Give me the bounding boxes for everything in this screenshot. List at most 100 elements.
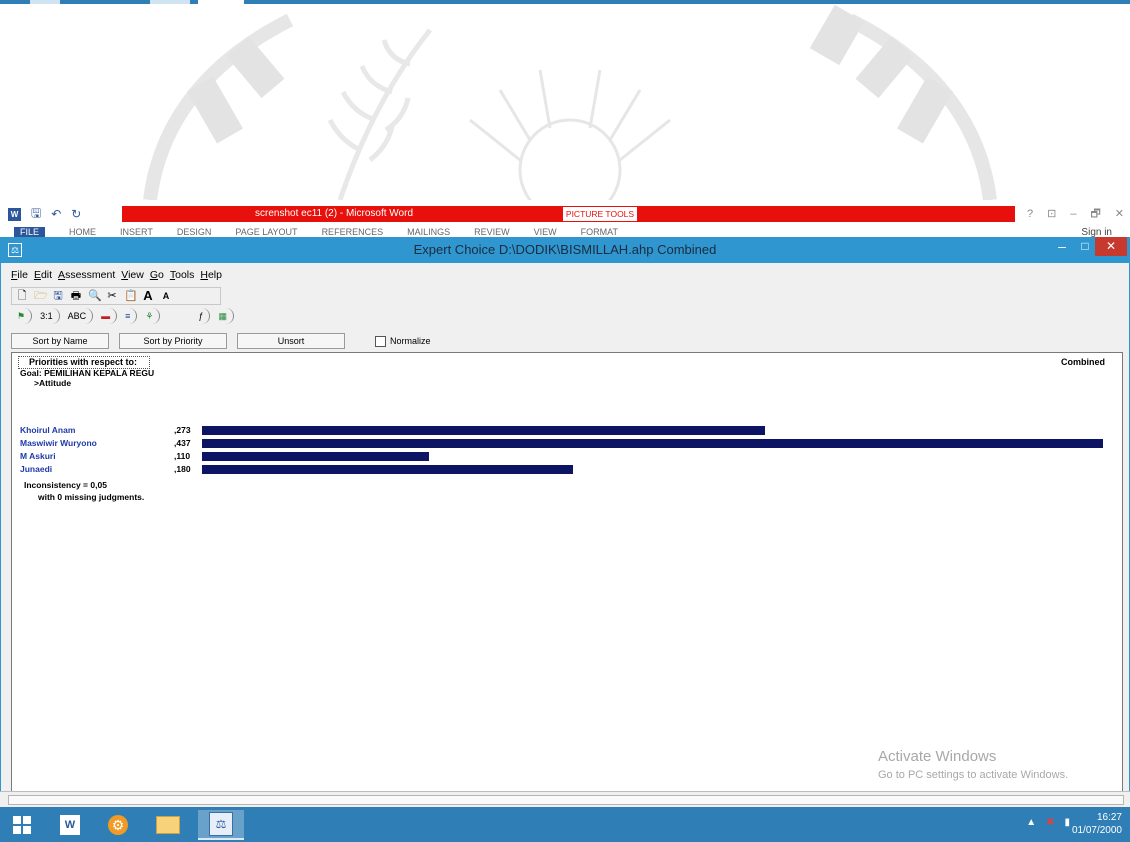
normalize-label: Normalize (390, 336, 431, 346)
expert-choice-icon: ⚖ (209, 812, 233, 836)
alternative-name: Maswiwir Wuryono (20, 438, 97, 448)
menu-assessment[interactable]: Assessment (58, 269, 115, 281)
priority-bar (202, 452, 429, 461)
picture-tools-label: PICTURE TOOLS (562, 206, 638, 222)
restore-icon[interactable]: 🗗 (1090, 206, 1100, 222)
questionnaire-icon[interactable]: ≡ (119, 308, 138, 324)
taskbar-expert-choice-button[interactable]: ⚖ (198, 810, 244, 840)
print-icon[interactable]: 🖶 (70, 290, 82, 302)
combined-label: Combined (1061, 357, 1105, 367)
system-tray: ▲ ✖ ▮ (1026, 817, 1070, 828)
top-taskbar-strip (0, 0, 1130, 4)
tab-view[interactable]: VIEW (534, 227, 557, 237)
tab-insert[interactable]: INSERT (120, 227, 153, 237)
alternative-name: M Askuri (20, 451, 56, 461)
watermark-graphic (143, 4, 997, 222)
decrease-font-icon[interactable]: A (160, 290, 172, 302)
word-window-controls: ? ⊡ – 🗗 ✕ (1027, 206, 1124, 222)
maximize-icon[interactable]: □ (1075, 237, 1095, 257)
sort-by-name-button[interactable]: Sort by Name (11, 333, 109, 349)
word-document-title: screnshot ec11 (2) - Microsoft Word (255, 208, 414, 219)
new-file-icon[interactable]: 🗋 (16, 290, 28, 302)
pairwise-numerical-tab[interactable]: 3:1 (34, 308, 60, 324)
tab-design[interactable]: DESIGN (177, 227, 212, 237)
cut-icon[interactable]: ✂ (106, 290, 118, 302)
clock-date: 01/07/2000 (1071, 825, 1122, 836)
minimize-icon[interactable]: – (1052, 237, 1072, 257)
verbal-comparison-tab[interactable]: ABC (62, 308, 94, 324)
tray-chevron-up-icon[interactable]: ▲ (1026, 817, 1036, 828)
menu-edit[interactable]: Edit (34, 269, 52, 281)
menu-help[interactable]: Help (200, 269, 222, 281)
priority-bar (202, 426, 765, 435)
paste-icon[interactable]: 📋 (124, 290, 138, 302)
priorities-panel: Priorities with respect to: Combined Goa… (11, 352, 1123, 796)
alternative-value: ,110 (174, 451, 191, 461)
taskbar-app-button[interactable]: ⚙ (98, 810, 138, 840)
alternative-row: Khoirul Anam ,273 (12, 424, 1124, 437)
unsort-button[interactable]: Unsort (237, 333, 345, 349)
strip-segment (150, 0, 190, 4)
open-folder-icon[interactable]: 🗁 (34, 290, 48, 302)
grid-icon[interactable]: ▦ (212, 308, 234, 324)
close-icon[interactable]: ✕ (1095, 237, 1127, 256)
alternatives-list: Khoirul Anam ,273 Maswiwir Wuryono ,437 … (12, 424, 1124, 476)
taskbar-word-button[interactable]: W (50, 810, 90, 840)
synthesis-icon[interactable]: ⚘ (139, 308, 161, 324)
sort-by-priority-button[interactable]: Sort by Priority (119, 333, 227, 349)
gear-icon: ⚙ (108, 815, 128, 835)
sort-button-row: Sort by Name Sort by Priority Unsort Nor… (11, 332, 1121, 350)
word-app-icon[interactable]: W (8, 207, 21, 221)
view-toolbar: ⚑ 3:1 ABC ▬ ≡ ⚘ ƒ ▦ (11, 307, 321, 325)
tab-file[interactable]: FILE (14, 227, 46, 237)
alternative-name: Khoirul Anam (20, 425, 76, 435)
checkbox-box[interactable] (375, 335, 386, 347)
tab-references[interactable]: REFERENCES (322, 227, 384, 237)
word-icon: W (60, 815, 80, 835)
windows-logo-icon (13, 816, 31, 834)
tab-review[interactable]: REVIEW (474, 227, 510, 237)
signal-icon[interactable]: ▮ (1064, 817, 1070, 828)
increase-font-icon[interactable]: A (142, 289, 154, 302)
graphical-comparison-icon[interactable]: ▬ (95, 308, 118, 324)
inconsistency-block: Inconsistency = 0,05 with 0 missing judg… (24, 479, 144, 503)
save-icon[interactable]: 🖫 (52, 290, 64, 302)
tab-page-layout[interactable]: PAGE LAYOUT (235, 227, 297, 237)
ribbon-display-icon[interactable]: ⊡ (1047, 206, 1056, 222)
taskbar-explorer-button[interactable] (148, 810, 188, 840)
save-icon[interactable]: 🖫 (31, 204, 41, 225)
tab-home[interactable]: HOME (69, 227, 96, 237)
tab-mailings[interactable]: MAILINGS (407, 227, 450, 237)
menu-view[interactable]: View (121, 269, 144, 281)
redo-icon[interactable]: ↻ (71, 207, 81, 221)
menu-file[interactable]: File (11, 269, 28, 281)
window-caption: Expert Choice D:\DODIK\BISMILLAH.ahp Com… (413, 242, 717, 257)
menu-go[interactable]: Go (150, 269, 164, 281)
close-icon[interactable]: ✕ (1115, 206, 1124, 222)
strip-segment (198, 0, 244, 4)
alternative-row: Maswiwir Wuryono ,437 (12, 437, 1124, 450)
priority-bar (202, 439, 1103, 448)
activate-subtitle: Go to PC settings to activate Windows. (878, 769, 1069, 781)
node-label: >Attitude (34, 378, 72, 388)
network-warning-icon[interactable]: ✖ (1046, 817, 1054, 828)
priority-bar (202, 465, 573, 474)
word-title-bar: W 🖫 ↶ ↻ screnshot ec11 (2) - Microsoft W… (0, 203, 1130, 225)
undo-icon[interactable]: ↶ (51, 207, 61, 221)
print-preview-icon[interactable]: 🔍 (88, 290, 102, 302)
alternative-value: ,437 (174, 438, 191, 448)
minimize-icon[interactable]: – (1070, 206, 1076, 222)
normalize-checkbox[interactable]: Normalize (375, 335, 431, 347)
standard-toolbar: 🗋 🗁 🖫 🖶 🔍 ✂ 📋 A A (11, 287, 221, 305)
tree-view-icon[interactable]: ⚑ (11, 308, 33, 324)
alternative-row: M Askuri ,110 (12, 450, 1124, 463)
sign-in-link[interactable]: Sign in (1081, 227, 1112, 237)
start-button[interactable] (2, 810, 42, 840)
menu-tools[interactable]: Tools (170, 269, 195, 281)
help-icon[interactable]: ? (1027, 206, 1033, 222)
tab-format[interactable]: FORMAT (581, 227, 618, 237)
missing-judgments: with 0 missing judgments. (38, 492, 145, 502)
status-field (8, 795, 1124, 805)
taskbar-clock[interactable]: 16:27 01/07/2000 (1072, 811, 1122, 837)
formula-icon[interactable]: ƒ (192, 308, 211, 324)
